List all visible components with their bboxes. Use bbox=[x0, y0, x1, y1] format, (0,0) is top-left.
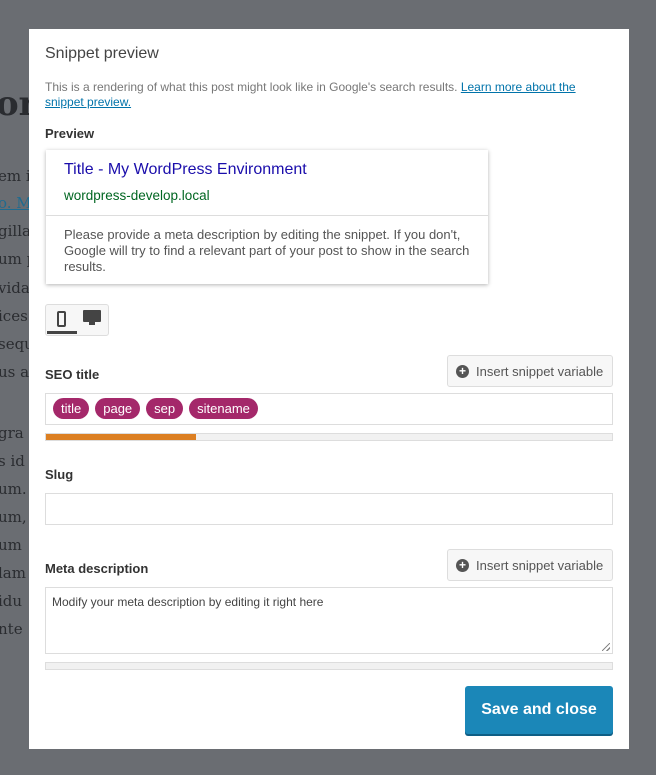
preview-url[interactable]: wordpress-develop.local bbox=[64, 188, 210, 203]
bg-text: em i bbox=[0, 167, 31, 185]
meta-description-progress bbox=[45, 662, 613, 670]
bg-link: o. M bbox=[0, 194, 32, 212]
bg-text: nte bbox=[0, 620, 23, 638]
bg-text: us a bbox=[0, 363, 30, 381]
snippet-preview-modal: Snippet preview This is a rendering of w… bbox=[29, 29, 629, 749]
placeholder-text: Modify your meta description by editing … bbox=[52, 595, 324, 609]
resize-handle[interactable] bbox=[602, 643, 610, 651]
progress-fill bbox=[46, 434, 196, 440]
seo-title-input[interactable]: title page sep sitename bbox=[45, 393, 613, 425]
bg-text: vida bbox=[0, 279, 30, 297]
button-label: Insert snippet variable bbox=[476, 557, 604, 573]
modal-description: This is a rendering of what this post mi… bbox=[45, 80, 605, 110]
slug-input[interactable] bbox=[45, 493, 613, 525]
bg-text: gilla bbox=[0, 222, 31, 240]
google-preview-card[interactable]: Title - My WordPress Environment wordpre… bbox=[46, 150, 488, 284]
button-label: Insert snippet variable bbox=[476, 363, 604, 379]
seo-title-label: SEO title bbox=[45, 367, 100, 382]
meta-description-label: Meta description bbox=[45, 561, 149, 576]
bg-text: um bbox=[0, 536, 22, 554]
device-toggle bbox=[45, 304, 109, 336]
bg-text: um. bbox=[0, 480, 27, 498]
preview-description[interactable]: Please provide a meta description by edi… bbox=[64, 227, 474, 275]
desktop-icon[interactable] bbox=[83, 310, 101, 325]
mobile-icon[interactable] bbox=[57, 311, 66, 327]
divider bbox=[46, 215, 488, 216]
bg-text: gra bbox=[0, 424, 24, 442]
description-text: This is a rendering of what this post mi… bbox=[45, 80, 461, 94]
preview-label: Preview bbox=[45, 126, 95, 141]
variable-pill-sep[interactable]: sep bbox=[146, 398, 184, 419]
bg-text: um, bbox=[0, 508, 27, 526]
bg-text: ices bbox=[0, 307, 28, 325]
bg-text: idu bbox=[0, 592, 23, 610]
slug-label: Slug bbox=[45, 467, 74, 482]
variable-pill-title[interactable]: title bbox=[53, 398, 90, 419]
meta-description-textarea[interactable]: Modify your meta description by editing … bbox=[45, 587, 613, 654]
plus-circle-icon: + bbox=[456, 558, 469, 572]
variable-pill-sitename[interactable]: sitename bbox=[189, 398, 258, 419]
bg-text: lam bbox=[0, 564, 26, 582]
bg-text: s id bbox=[0, 452, 25, 470]
insert-snippet-variable-button[interactable]: + Insert snippet variable bbox=[447, 549, 613, 581]
plus-circle-icon: + bbox=[456, 364, 469, 378]
preview-title[interactable]: Title - My WordPress Environment bbox=[64, 161, 307, 179]
seo-title-progress bbox=[45, 433, 613, 441]
variable-pill-page[interactable]: page bbox=[95, 398, 141, 419]
insert-snippet-variable-button[interactable]: + Insert snippet variable bbox=[447, 355, 613, 387]
modal-title: Snippet preview bbox=[45, 45, 159, 62]
active-indicator bbox=[47, 331, 77, 334]
save-and-close-button[interactable]: Save and close bbox=[465, 686, 613, 734]
